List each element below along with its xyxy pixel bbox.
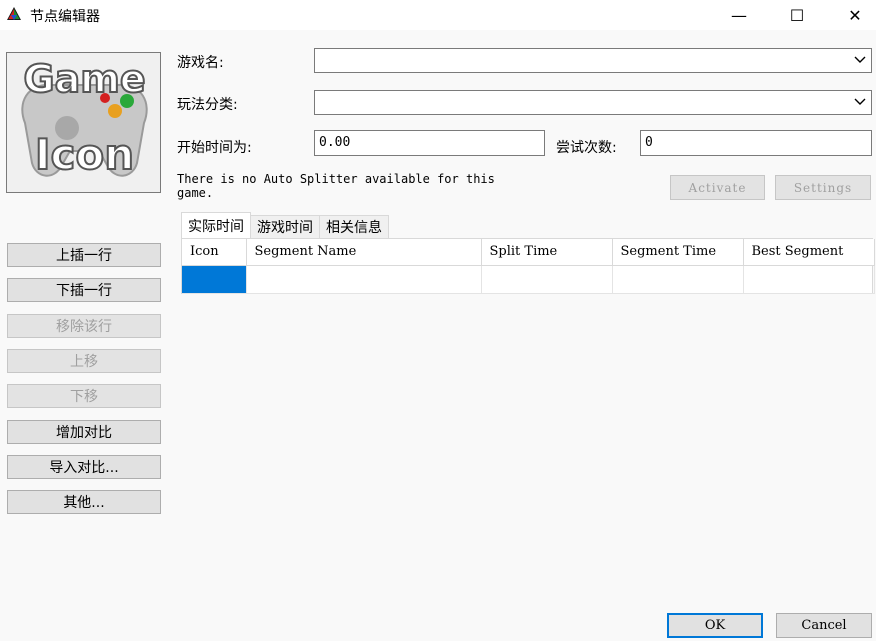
other-button[interactable]: 其他... [7,490,161,514]
column-header-segment-name[interactable]: Segment Name [246,239,482,266]
cancel-button[interactable]: Cancel [776,613,872,638]
segments-table[interactable]: Icon Segment Name Split Time Segment Tim… [181,238,875,294]
game-icon-text-line1: Game [22,57,146,101]
category-combo[interactable] [314,90,872,115]
insert-above-button[interactable]: 上插一行 [7,243,161,267]
autosplitter-note: There is no Auto Splitter available for … [177,172,495,200]
move-up-button[interactable]: 上移 [7,349,161,373]
table-cell-segment-time[interactable] [612,265,744,294]
maximize-icon: ☐ [789,5,805,25]
game-icon-text-line2: Icon [34,130,135,179]
close-icon: ✕ [848,5,862,25]
activate-button[interactable]: Activate [670,175,765,200]
app-icon [7,7,21,20]
tab-game-time[interactable]: 游戏时间 [250,215,320,238]
column-header-best-segment[interactable]: Best Segment [743,239,875,266]
column-header-split-time[interactable]: Split Time [481,239,613,266]
tab-real-time[interactable]: 实际时间 [181,212,251,238]
maximize-button[interactable]: ☐ [774,0,820,30]
table-header-row: Icon Segment Name Split Time Segment Tim… [182,239,875,266]
start-time-label: 开始时间为: [177,140,252,156]
title-bar: 节点编辑器 — ☐ ✕ [0,0,876,30]
minimize-icon: — [731,5,747,25]
game-icon-picker[interactable]: Game Icon [6,52,161,193]
close-button[interactable]: ✕ [832,0,876,30]
table-cell-best-segment[interactable] [743,265,875,294]
category-label: 玩法分类: [177,97,238,113]
minimize-button[interactable]: — [716,0,762,30]
import-comparison-button[interactable]: 导入对比... [7,455,161,479]
table-cell-segment-name[interactable] [246,265,482,294]
column-header-segment-time[interactable]: Segment Time [612,239,744,266]
settings-button[interactable]: Settings [775,175,871,200]
attempts-input[interactable]: 0 [640,130,872,156]
window-title: 节点编辑器 [30,9,100,25]
table-cell-split-time[interactable] [481,265,613,294]
chevron-down-icon [853,94,867,110]
add-comparison-button[interactable]: 增加对比 [7,420,161,444]
start-time-input[interactable]: 0.00 [314,130,545,156]
move-down-button[interactable]: 下移 [7,384,161,408]
game-name-combo[interactable] [314,48,872,73]
game-name-label: 游戏名: [177,55,224,71]
column-header-icon[interactable]: Icon [182,239,247,266]
ok-button[interactable]: OK [667,613,763,638]
remove-row-button[interactable]: 移除该行 [7,314,161,338]
insert-below-button[interactable]: 下插一行 [7,278,161,302]
chevron-down-icon [853,52,867,68]
table-row[interactable] [182,265,875,294]
tab-info[interactable]: 相关信息 [319,215,389,238]
timing-tabs: 实际时间 游戏时间 相关信息 [181,212,389,238]
attempts-label: 尝试次数: [556,140,617,156]
table-cell-icon[interactable] [182,265,247,294]
